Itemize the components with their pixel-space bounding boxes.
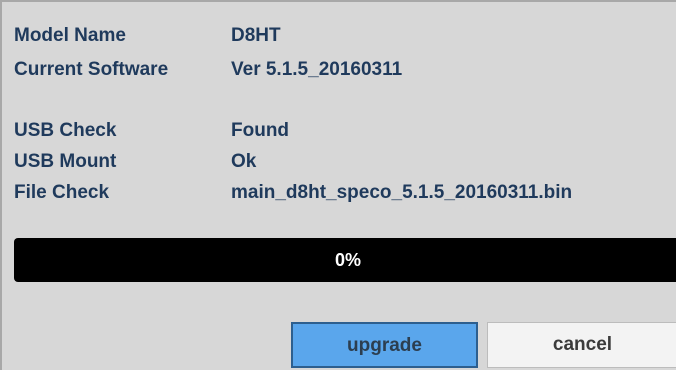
upgrade-progress-bar: 0% [14,238,676,282]
current-software-value: Ver 5.1.5_20160311 [231,59,403,80]
upgrade-button[interactable]: upgrade [291,322,478,368]
usb-mount-label: USB Mount [14,151,117,172]
current-software-label: Current Software [14,59,169,80]
usb-check-value: Found [231,120,290,141]
progress-percent-text: 0% [334,250,361,270]
usb-mount-value: Ok [231,151,257,172]
model-name-label: Model Name [14,25,126,46]
software-upgrade-dialog: Model Name D8HT Current Software Ver 5.1… [0,0,676,370]
model-name-value: D8HT [231,25,281,46]
file-check-value: main_d8ht_speco_5.1.5_20160311.bin [231,182,573,203]
cancel-button[interactable]: cancel [487,322,676,368]
file-check-label: File Check [14,182,110,203]
usb-check-label: USB Check [14,120,117,141]
